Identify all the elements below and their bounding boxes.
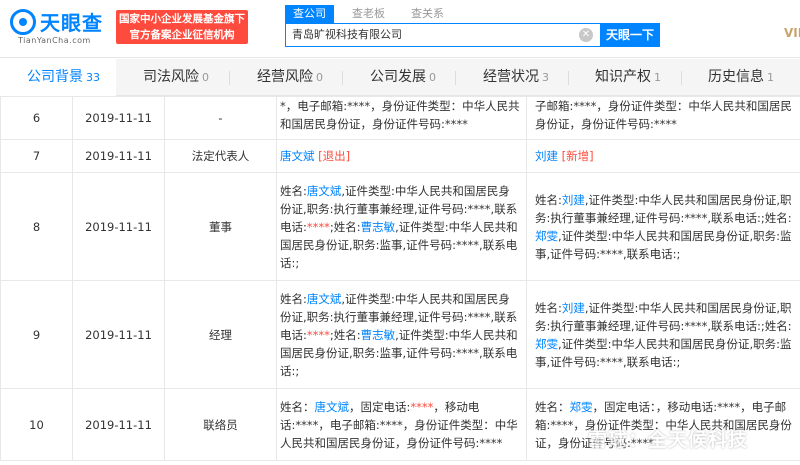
tab-label: 经营风险 [257,69,313,85]
change-date: 2019-11-11 [72,172,165,281]
badge-line-2: 官方备案企业征信机构 [129,29,235,41]
tab-intellectual-property[interactable]: 知识产权 1 [569,59,682,96]
change-item: 董事 [164,172,277,281]
search-button[interactable]: 天眼一下 [600,23,660,47]
before-change: 姓名:唐文斌,证件类型:中华人民共和国居民身份证,职务:执行董事兼经理,证件号码… [276,172,527,281]
text-fragment: 姓名: [280,183,307,198]
tab-operating-status[interactable]: 经营状况 3 [456,59,569,96]
tab-label: 经营状况 [483,69,539,85]
person-link[interactable]: 刘建 [562,301,585,315]
status-tag: [退出] [318,149,351,163]
before-change: 唐文斌 [退出] [276,139,527,173]
text-fragment: 姓名: [535,192,562,207]
official-badge[interactable]: 国家中小企业发展基金旗下 官方备案企业征信机构 [116,10,248,44]
tab-label: 公司背景 [27,69,83,85]
text-fragment: 姓名： [280,399,315,414]
clear-icon[interactable]: ✕ [579,28,593,42]
person-link[interactable]: 曹志敏 [361,220,396,234]
tab-label: 知识产权 [595,69,651,85]
badge-line-1: 国家中小企业发展基金旗下 [119,13,245,25]
search-tab-company[interactable]: 查公司 [285,5,334,23]
before-change: 姓名：唐文斌，固定电话:****，移动电话:****，电子邮箱:****，身份证… [276,388,527,461]
person-link[interactable]: 刘建 [535,149,558,163]
change-date: 2019-11-11 [72,280,165,389]
tianyancha-logo[interactable]: 天眼查 TianYanCha.com [10,7,106,47]
tab-legal-risk[interactable]: 司法风险 0 [116,59,230,96]
after-change: 姓名:刘建,证件类型:中华人民共和国居民身份证,职务:执行董事兼经理,证件号码:… [526,280,800,389]
tab-count: 0 [429,71,436,84]
masked-phone: **** [410,399,434,414]
text-fragment: ,证件类型:中华人民共和国居民身份证,职务:监事,证件号码:****,联系电话:… [535,228,792,261]
tab-company-development[interactable]: 公司发展 0 [343,59,456,96]
table-row: 8 2019-11-11 董事 姓名:唐文斌,证件类型:中华人民共和国居民身份证… [0,172,800,281]
after-change: 姓名:刘建,证件类型:中华人民共和国居民身份证,职务:执行董事兼经理,证件号码:… [526,172,800,281]
masked-phone: **** [306,219,330,234]
person-link[interactable]: 郑雯 [535,229,558,243]
before-change: 姓名:唐文斌,证件类型:中华人民共和国居民身份证,职务:执行董事兼经理,证件号码… [276,280,527,389]
watermark: 雪球：全天候科技 [588,429,749,451]
change-item: 联络员 [164,388,277,461]
person-link[interactable]: 唐文斌 [280,149,315,163]
tab-count: 3 [542,71,549,84]
table-row: 6 2019-11-11 - *，电子邮箱:****，身份证件类型：中华人民共和… [0,96,800,140]
tab-company-background[interactable]: 公司背景 33 [0,59,116,96]
change-date: 2019-11-11 [72,139,165,173]
text-fragment: ;姓名: [329,219,361,234]
text-fragment: 姓名: [280,291,307,306]
tab-history-info[interactable]: 历史信息 1 [682,59,800,96]
masked-phone: **** [306,327,330,342]
after-change: 刘建 [新增] [526,139,800,173]
row-number: 6 [0,96,73,140]
row-number: 10 [0,388,73,461]
after-change: 子邮箱:****，身份证件类型：中华人民共和国居民身份证，身份证件号码:**** [526,96,800,140]
person-link[interactable]: 刘建 [562,193,585,207]
vip-link[interactable]: VIP [784,26,800,40]
tab-label: 司法风险 [143,69,199,85]
search-type-tabs: 查公司 查老板 查关系 [285,5,462,23]
tab-count: 0 [202,71,209,84]
tab-count: 0 [316,71,323,84]
text-fragment: ,证件类型:中华人民共和国居民身份证,职务:监事,证件号码:****,联系电话:… [535,336,792,369]
person-link[interactable]: 曹志敏 [361,328,396,342]
tab-count: 1 [654,71,661,84]
tab-operating-risk[interactable]: 经营风险 0 [230,59,343,96]
change-date: 2019-11-11 [72,96,165,140]
change-record-table: 6 2019-11-11 - *，电子邮箱:****，身份证件类型：中华人民共和… [0,96,800,465]
eye-logo-icon [10,9,36,35]
person-link[interactable]: 唐文斌 [315,400,350,414]
change-item: 经理 [164,280,277,389]
row-number: 7 [0,139,73,173]
top-header: 天眼查 TianYanCha.com 国家中小企业发展基金旗下 官方备案企业征信… [0,0,800,58]
tab-count: 33 [86,71,100,84]
search-tab-relation[interactable]: 查关系 [403,5,452,23]
text-fragment: 姓名: [535,300,562,315]
logo-text: 天眼查 [40,11,103,35]
logo-domain: TianYanCha.com [18,36,91,45]
tab-count: 1 [767,71,774,84]
table-row: 9 2019-11-11 经理 姓名:唐文斌,证件类型:中华人民共和国居民身份证… [0,280,800,389]
row-number: 9 [0,280,73,389]
change-item: - [164,96,277,140]
before-change: *，电子邮箱:****，身份证件类型：中华人民共和国居民身份证，身份证件号码:*… [276,96,527,140]
text-fragment: ;姓名: [329,327,361,342]
status-tag: [新增] [561,149,594,163]
tab-label: 历史信息 [708,69,764,85]
text-fragment: ，固定电话: [349,399,411,414]
text-fragment: 姓名： [535,399,570,414]
search-input[interactable]: 青岛旷视科技有限公司 [285,23,600,47]
table-row: 7 2019-11-11 法定代表人 唐文斌 [退出] 刘建 [新增] [0,139,800,173]
person-link[interactable]: 唐文斌 [307,292,342,306]
change-date: 2019-11-11 [72,388,165,461]
person-link[interactable]: 唐文斌 [307,184,342,198]
search-tab-boss[interactable]: 查老板 [344,5,393,23]
section-tabs: 公司背景 33 司法风险 0 经营风险 0 公司发展 0 经营状况 3 知识产权 1 历史信… [0,59,800,96]
change-item: 法定代表人 [164,139,277,173]
row-number: 8 [0,172,73,281]
tab-label: 公司发展 [370,69,426,85]
person-link[interactable]: 郑雯 [535,337,558,351]
person-link[interactable]: 郑雯 [570,400,593,414]
